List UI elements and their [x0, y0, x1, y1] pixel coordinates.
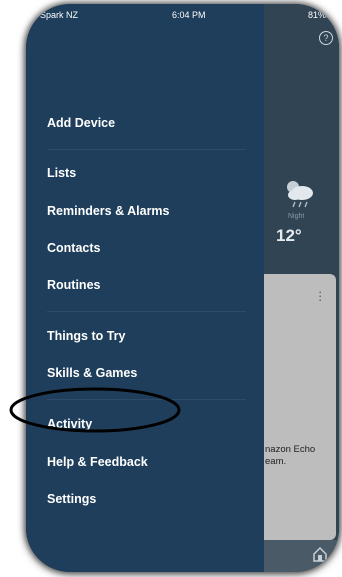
menu-item-contacts[interactable]: Contacts	[47, 241, 100, 255]
menu-item-help-feedback[interactable]: Help & Feedback	[47, 455, 148, 469]
cloud-rain-moon-icon	[287, 181, 313, 208]
home-icon[interactable]	[311, 545, 329, 563]
menu-item-settings[interactable]: Settings	[47, 492, 96, 506]
menu-divider	[47, 149, 246, 150]
weather-label: Night	[288, 213, 305, 220]
more-options-icon[interactable]: · · ·	[318, 285, 322, 306]
background-card[interactable]	[264, 274, 336, 540]
menu-divider	[47, 311, 246, 312]
phone-frame: ? Night 12° · · · nazon Echo eam. Add Devi…	[26, 4, 339, 572]
menu-item-reminders-alarms[interactable]: Reminders & Alarms	[47, 204, 170, 218]
menu-item-things-to-try[interactable]: Things to Try	[47, 329, 125, 343]
menu-item-lists[interactable]: Lists	[47, 166, 76, 180]
battery-level: 81%	[308, 10, 327, 20]
weather-temperature: 12°	[276, 226, 302, 245]
status-time: 6:04 PM	[172, 10, 206, 20]
menu-item-add-device[interactable]: Add Device	[47, 116, 115, 130]
navigation-drawer: Add Device Lists Reminders & Alarms Cont…	[26, 4, 264, 572]
card-text: nazon Echo eam.	[265, 444, 316, 467]
help-icon[interactable]: ?	[319, 31, 333, 45]
menu-item-routines[interactable]: Routines	[47, 278, 100, 292]
menu-item-skills-games[interactable]: Skills & Games	[47, 366, 137, 380]
menu-divider	[47, 399, 246, 400]
menu-item-activity[interactable]: Activity	[47, 417, 92, 431]
carrier-label: Spark NZ	[40, 10, 79, 20]
status-bar: Spark NZ 6:04 PM 81%	[26, 8, 339, 24]
